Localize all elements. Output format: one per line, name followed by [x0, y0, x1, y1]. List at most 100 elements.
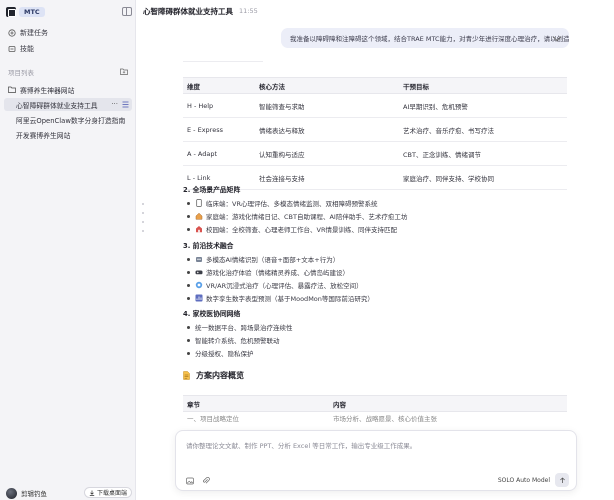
divider: [183, 61, 263, 62]
table-row: A - Adapt 认知重构与适应 CBT、正念训练、情绪调节: [183, 141, 567, 166]
list-item-text: 多模态AI情绪识别（语音+面部+文本+行为）: [206, 256, 340, 264]
chat-composer[interactable]: 请你整理论文文献、制作 PPT、分析 Excel 等日常工作，输出专业级工作成果…: [175, 430, 577, 491]
list-item: 家庭端：游戏化情绪日记、CBT自助课程、AI陪伴助手、艺术疗愈工坊: [187, 211, 407, 221]
list-item: 多模态AI情绪识别（语音+面部+文本+行为）: [187, 254, 339, 264]
folder-icon: [8, 86, 16, 94]
attachment-icon[interactable]: [202, 477, 210, 485]
arrow-up-icon: [559, 476, 566, 484]
table-cell: 市场分析、战略愿景、核心价值主张: [333, 414, 437, 423]
list-item-text: 数字孪生数字表型预测（基于MoodMon等国际前沿研究）: [206, 295, 374, 303]
list-item-text: 智能转介系统、危机预警联动: [195, 337, 280, 345]
sidebar-toggle-icon[interactable]: [122, 7, 132, 16]
table-row: 一、项目战略定位 市场分析、战略愿景、核心价值主张: [183, 412, 567, 424]
chart-icon: [195, 294, 203, 302]
main-panel: 心智障碍群体就业支持工具 11:55 我准备以障碍障和注障碍这个领域，结合TRA…: [137, 0, 614, 500]
project-item-openclaw-guide[interactable]: 阿里云OpenClaw数字分身打造指南: [4, 113, 132, 126]
project-label: 心智障碍群体就业支持工具: [16, 101, 98, 110]
list-item: 游戏化治疗体验（情绪精灵养成、心情岛屿建设）: [187, 267, 349, 277]
column-header: 维度: [183, 77, 255, 94]
download-label: 下载桌面端: [96, 490, 127, 497]
vr-icon: [195, 281, 203, 289]
nav-item-skills[interactable]: 技能: [4, 42, 132, 56]
bullet-dot: [187, 270, 190, 274]
table-cell: AI早期识别、危机预警: [399, 93, 567, 118]
section-heading-product-matrix: 2. 全场景产品矩阵: [183, 186, 241, 194]
image-upload-icon[interactable]: [186, 477, 194, 485]
school-icon: [195, 225, 203, 233]
nav-item-label: 新建任务: [20, 29, 48, 37]
nav-item-label: 技能: [20, 45, 34, 53]
task-list-icon[interactable]: [122, 101, 129, 108]
table-cell: E - Express: [183, 117, 255, 142]
bullet-dot: [187, 351, 190, 355]
bullet-dot: [187, 257, 190, 261]
table-cell: 社会连接与支持: [255, 165, 399, 190]
user-message-bubble[interactable]: 我准备以障碍障和注障碍这个领域，结合TRAE MTC能力，对青少年进行深度心理治…: [281, 28, 569, 48]
new-folder-icon[interactable]: [120, 68, 128, 75]
document-icon: [183, 371, 190, 380]
workspace-chip[interactable]: MTC: [19, 7, 45, 17]
column-header: 内容: [329, 395, 567, 412]
nav-item-new-task[interactable]: 新建任务: [4, 26, 132, 40]
project-item-cyber-health-dev[interactable]: 开发赛博养生网站: [4, 128, 132, 141]
list-item-text: 游戏化治疗体验（情绪精灵养成、心情岛屿建设）: [206, 269, 349, 277]
user-message-text: 我准备以障碍障和注障碍这个领域，结合TRAE MTC能力，对青少年进行深度心理治…: [290, 35, 569, 43]
list-item-text: 校园端：全校筛查、心理老师工作台、VR情景训练、同伴支持匹配: [206, 226, 397, 234]
download-icon: [89, 490, 95, 496]
section-label: 项目列表: [8, 69, 34, 77]
bullet-dot: [187, 201, 190, 205]
more-options-icon[interactable]: ···: [111, 100, 118, 108]
project-item-employment-tool[interactable]: 心智障碍群体就业支持工具 ···: [4, 98, 132, 111]
list-item-text: 家庭端：游戏化情绪日记、CBT自助课程、AI陪伴助手、艺术疗愈工坊: [206, 213, 408, 221]
download-desktop-button[interactable]: 下载桌面端: [83, 487, 132, 498]
user-name: 剪辑钓鱼: [21, 490, 47, 498]
gamepad-icon: [195, 268, 203, 276]
avatar[interactable]: [6, 487, 17, 499]
table-cell: A - Adapt: [183, 141, 255, 166]
table-row: L - Link 社会连接与支持 家庭治疗、同伴支持、学校协同: [183, 165, 567, 190]
list-item: 校园端：全校筛查、心理老师工作台、VR情景训练、同伴支持匹配: [187, 224, 397, 234]
skills-icon: [8, 45, 16, 53]
table-header-row: 维度 核心方法 干预目标: [183, 77, 567, 94]
list-item: 数字孪生数字表型预测（基于MoodMon等国际前沿研究）: [187, 293, 374, 303]
list-item-text: 统一数据平台、跨场景治疗连续性: [195, 324, 293, 332]
overview-heading: 方案内容概览: [183, 370, 244, 381]
section-heading-tech-fusion: 3. 前沿技术融合: [183, 242, 234, 250]
bullet-dot: [187, 325, 190, 329]
scroll-indicator-dots[interactable]: [142, 203, 146, 239]
app-logo-icon: [6, 7, 16, 17]
topbar: 心智障碍群体就业支持工具 11:55: [137, 0, 614, 22]
project-item-cyber-health[interactable]: 赛博养生神器网站: [4, 83, 132, 96]
table-row: E - Express 情绪表达与释放 艺术治疗、音乐疗愈、书写疗法: [183, 117, 567, 142]
list-item-text: 分级授权、隐私保护: [195, 350, 254, 358]
methods-table: 维度 核心方法 干预目标 H - Help 智能筛查与求助 AI早期识别、危机预…: [183, 77, 567, 190]
model-selector[interactable]: SOLO Auto Model: [498, 477, 550, 484]
sidebar: MTC 新建任务 技能 项目列表 赛博养生神器网站 心智障碍群体就业支持工具 ·…: [0, 0, 136, 500]
project-label: 阿里云OpenClaw数字分身打造指南: [16, 116, 126, 125]
section-heading-collab-network: 4. 家校医协同网络: [183, 310, 241, 318]
column-header: 章节: [183, 395, 329, 412]
table-cell: H - Help: [183, 93, 255, 118]
sidebar-footer: 剪辑钓鱼 下载桌面端: [6, 487, 132, 499]
list-item: 临床端：VR心理评估、多模态情绪监测、双相障碍预警系统: [187, 198, 377, 208]
send-button[interactable]: [555, 473, 569, 487]
home-icon: [195, 212, 203, 220]
table-cell: 家庭治疗、同伴支持、学校协同: [399, 165, 567, 190]
table-cell: 智能筛查与求助: [255, 93, 399, 118]
column-header: 核心方法: [255, 77, 399, 94]
list-item: 分级授权、隐私保护: [187, 348, 254, 358]
page-title: 心智障碍群体就业支持工具: [143, 6, 233, 16]
sidebar-header: MTC: [6, 5, 132, 19]
list-item: 统一数据平台、跨场景治疗连续性: [187, 322, 293, 332]
composer-input[interactable]: 请你整理论文文献、制作 PPT、分析 Excel 等日常工作，输出专业级工作成果…: [186, 440, 416, 450]
new-task-icon: [8, 29, 16, 37]
bullet-dot: [187, 214, 190, 218]
list-item: VR/AR沉浸式治疗（心理评估、暴露疗法、放松空间）: [187, 280, 363, 290]
bullet-dot: [187, 296, 190, 300]
table-cell: CBT、正念训练、情绪调节: [399, 141, 567, 166]
table-cell: 艺术治疗、音乐疗愈、书写疗法: [399, 117, 567, 142]
table-cell: 一、项目战略定位: [187, 414, 239, 423]
table-header-row: 章节 内容: [183, 395, 567, 412]
bullet-dot: [187, 227, 190, 231]
projects-section-header: 项目列表: [8, 66, 128, 78]
